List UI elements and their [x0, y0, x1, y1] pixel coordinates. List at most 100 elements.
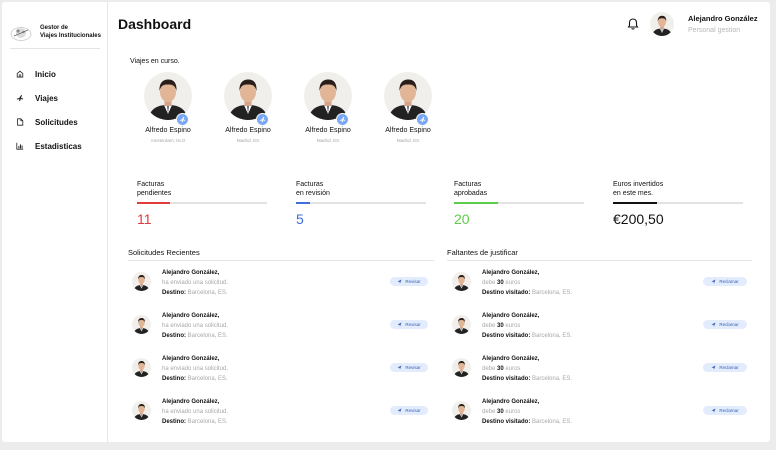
- review-button[interactable]: Revisar: [390, 406, 428, 415]
- plane-badge-icon: [176, 113, 189, 126]
- document-icon: [14, 116, 26, 128]
- sidebar-item-solicitudes[interactable]: Solicitudes: [14, 110, 104, 134]
- destination-value: Barcelona, ES.: [187, 419, 228, 425]
- trip-card[interactable]: Alfredo Espino Madrid, ES: [288, 72, 368, 143]
- trip-location: Amsterdam, HLO: [150, 138, 186, 143]
- pending-row: Alejandro González, debe 30 euros Destin…: [452, 268, 750, 296]
- claim-button[interactable]: Reclamar: [703, 406, 747, 415]
- pending-row: Alejandro González, debe 30 euros Destin…: [452, 354, 750, 382]
- brand-name: Gestor de Viajes Institucionales: [40, 24, 110, 40]
- destination-label: Destino visitado:: [482, 419, 531, 425]
- trip-location: Madrid, ES: [236, 138, 260, 143]
- owed-amount: 30: [497, 323, 504, 329]
- stat-label: Facturas aprobadas: [454, 180, 584, 200]
- sidebar-item-estadisticas[interactable]: Estadisticas: [14, 134, 104, 158]
- claim-button[interactable]: Reclamar: [703, 320, 747, 329]
- traveler-name: Alejandro González,: [482, 270, 540, 276]
- trips-heading: Viajes en curso.: [130, 58, 180, 65]
- stat-label: Facturas en revisión: [296, 180, 426, 200]
- owes-prefix: debe: [482, 280, 496, 286]
- claim-button[interactable]: Reclamar: [703, 277, 747, 286]
- trip-traveler: Alfredo Espino: [305, 127, 351, 134]
- divider: [128, 260, 434, 261]
- trip-location: Madrid, ES: [316, 138, 340, 143]
- send-icon: [711, 365, 716, 370]
- trip-card[interactable]: Alfredo Espino Madrid, ES: [368, 72, 448, 143]
- requester-name: Alejandro González,: [162, 356, 220, 362]
- stat-progress-bar: [296, 202, 426, 204]
- owes-prefix: debe: [482, 323, 496, 329]
- requests-heading: Solicitudes Recientes: [128, 248, 200, 257]
- owed-amount: 30: [497, 366, 504, 372]
- trips-list: Alfredo Espino Amsterdam, HLO Alfredo Es…: [128, 72, 448, 143]
- avatar[interactable]: [650, 12, 674, 36]
- trip-location: Madrid, ES: [396, 138, 420, 143]
- pending-text: Alejandro González, debe 30 euros Destin…: [482, 397, 572, 427]
- review-button[interactable]: Revisar: [390, 320, 428, 329]
- brand-line-1: Gestor de: [40, 25, 69, 31]
- claim-button[interactable]: Reclamar: [703, 363, 747, 372]
- bell-icon[interactable]: [626, 17, 640, 31]
- owes-suffix: euros: [505, 409, 521, 415]
- avatar: [452, 315, 471, 334]
- destination-value: Barcelona, ES.: [187, 376, 228, 382]
- requester-name: Alejandro González,: [162, 313, 220, 319]
- avatar: [452, 272, 471, 291]
- divider: [10, 48, 100, 49]
- sidebar-item-label: Estadisticas: [35, 141, 82, 151]
- sidebar-item-label: Solicitudes: [35, 117, 78, 127]
- stat-label-line-1: Facturas: [137, 181, 165, 188]
- plane-badge-icon: [336, 113, 349, 126]
- request-action: ha enviado una solicitud.: [162, 280, 229, 286]
- plane-badge-icon: [256, 113, 269, 126]
- review-button[interactable]: Revisar: [390, 363, 428, 372]
- claim-button-label: Reclamar: [719, 365, 739, 370]
- request-row: Alejandro González, ha enviado una solic…: [132, 397, 430, 425]
- send-icon: [397, 279, 402, 284]
- stat-progress-bar: [137, 202, 267, 204]
- owes-suffix: euros: [505, 280, 521, 286]
- owes-suffix: euros: [505, 323, 521, 329]
- app-window: Gestor de Viajes Institucionales Inicio …: [2, 2, 770, 442]
- send-icon: [397, 365, 402, 370]
- stat-label: Facturas pendientes: [137, 180, 267, 200]
- trip-traveler: Alfredo Espino: [225, 127, 271, 134]
- send-icon: [397, 408, 402, 413]
- destination-label: Destino:: [162, 333, 186, 339]
- pending-text: Alejandro González, debe 30 euros Destin…: [482, 311, 572, 341]
- stat-value: 20: [454, 211, 470, 227]
- sidebar-item-inicio[interactable]: Inicio: [14, 62, 104, 86]
- destination-value: Barcelona, ES.: [187, 290, 228, 296]
- trip-card[interactable]: Alfredo Espino Madrid, ES: [208, 72, 288, 143]
- trip-card[interactable]: Alfredo Espino Amsterdam, HLO: [128, 72, 208, 143]
- destination-label: Destino visitado:: [482, 333, 531, 339]
- review-button[interactable]: Revisar: [390, 277, 428, 286]
- chart-icon: [14, 140, 26, 152]
- user-name: Alejandro González: [688, 14, 758, 23]
- stat-euros-invested: Euros invertidos en este mes. €200,50: [613, 180, 743, 227]
- stat-label-line-1: Facturas: [454, 181, 482, 188]
- destination-label: Destino:: [162, 376, 186, 382]
- traveler-name: Alejandro González,: [482, 399, 540, 405]
- sidebar-item-viajes[interactable]: Viajes: [14, 86, 104, 110]
- page-title: Dashboard: [118, 16, 192, 32]
- plane-badge-icon: [416, 113, 429, 126]
- stat-label-line-1: Euros invertidos: [613, 181, 664, 188]
- stat-label-line-2: en revisión: [296, 190, 330, 197]
- claim-button-label: Reclamar: [719, 408, 739, 413]
- pending-text: Alejandro González, debe 30 euros Destin…: [482, 354, 572, 384]
- brand[interactable]: Gestor de Viajes Institucionales: [10, 22, 102, 46]
- stat-label-line-2: en este mes.: [613, 190, 654, 197]
- pending-heading: Faltantes de justificar: [447, 248, 518, 257]
- stat-approved-invoices: Facturas aprobadas 20: [454, 180, 584, 227]
- user-role: Personal gestion: [688, 27, 741, 34]
- sidebar-item-label: Inicio: [35, 69, 56, 79]
- request-action: ha enviado una solicitud.: [162, 323, 229, 329]
- home-icon: [14, 68, 26, 80]
- destination-value: Barcelona, ES.: [532, 419, 573, 425]
- stat-progress-fill: [454, 202, 499, 204]
- destination-label: Destino:: [162, 419, 186, 425]
- destination-label: Destino visitado:: [482, 290, 531, 296]
- stat-progress-fill: [137, 202, 170, 204]
- request-row: Alejandro González, ha enviado una solic…: [132, 268, 430, 296]
